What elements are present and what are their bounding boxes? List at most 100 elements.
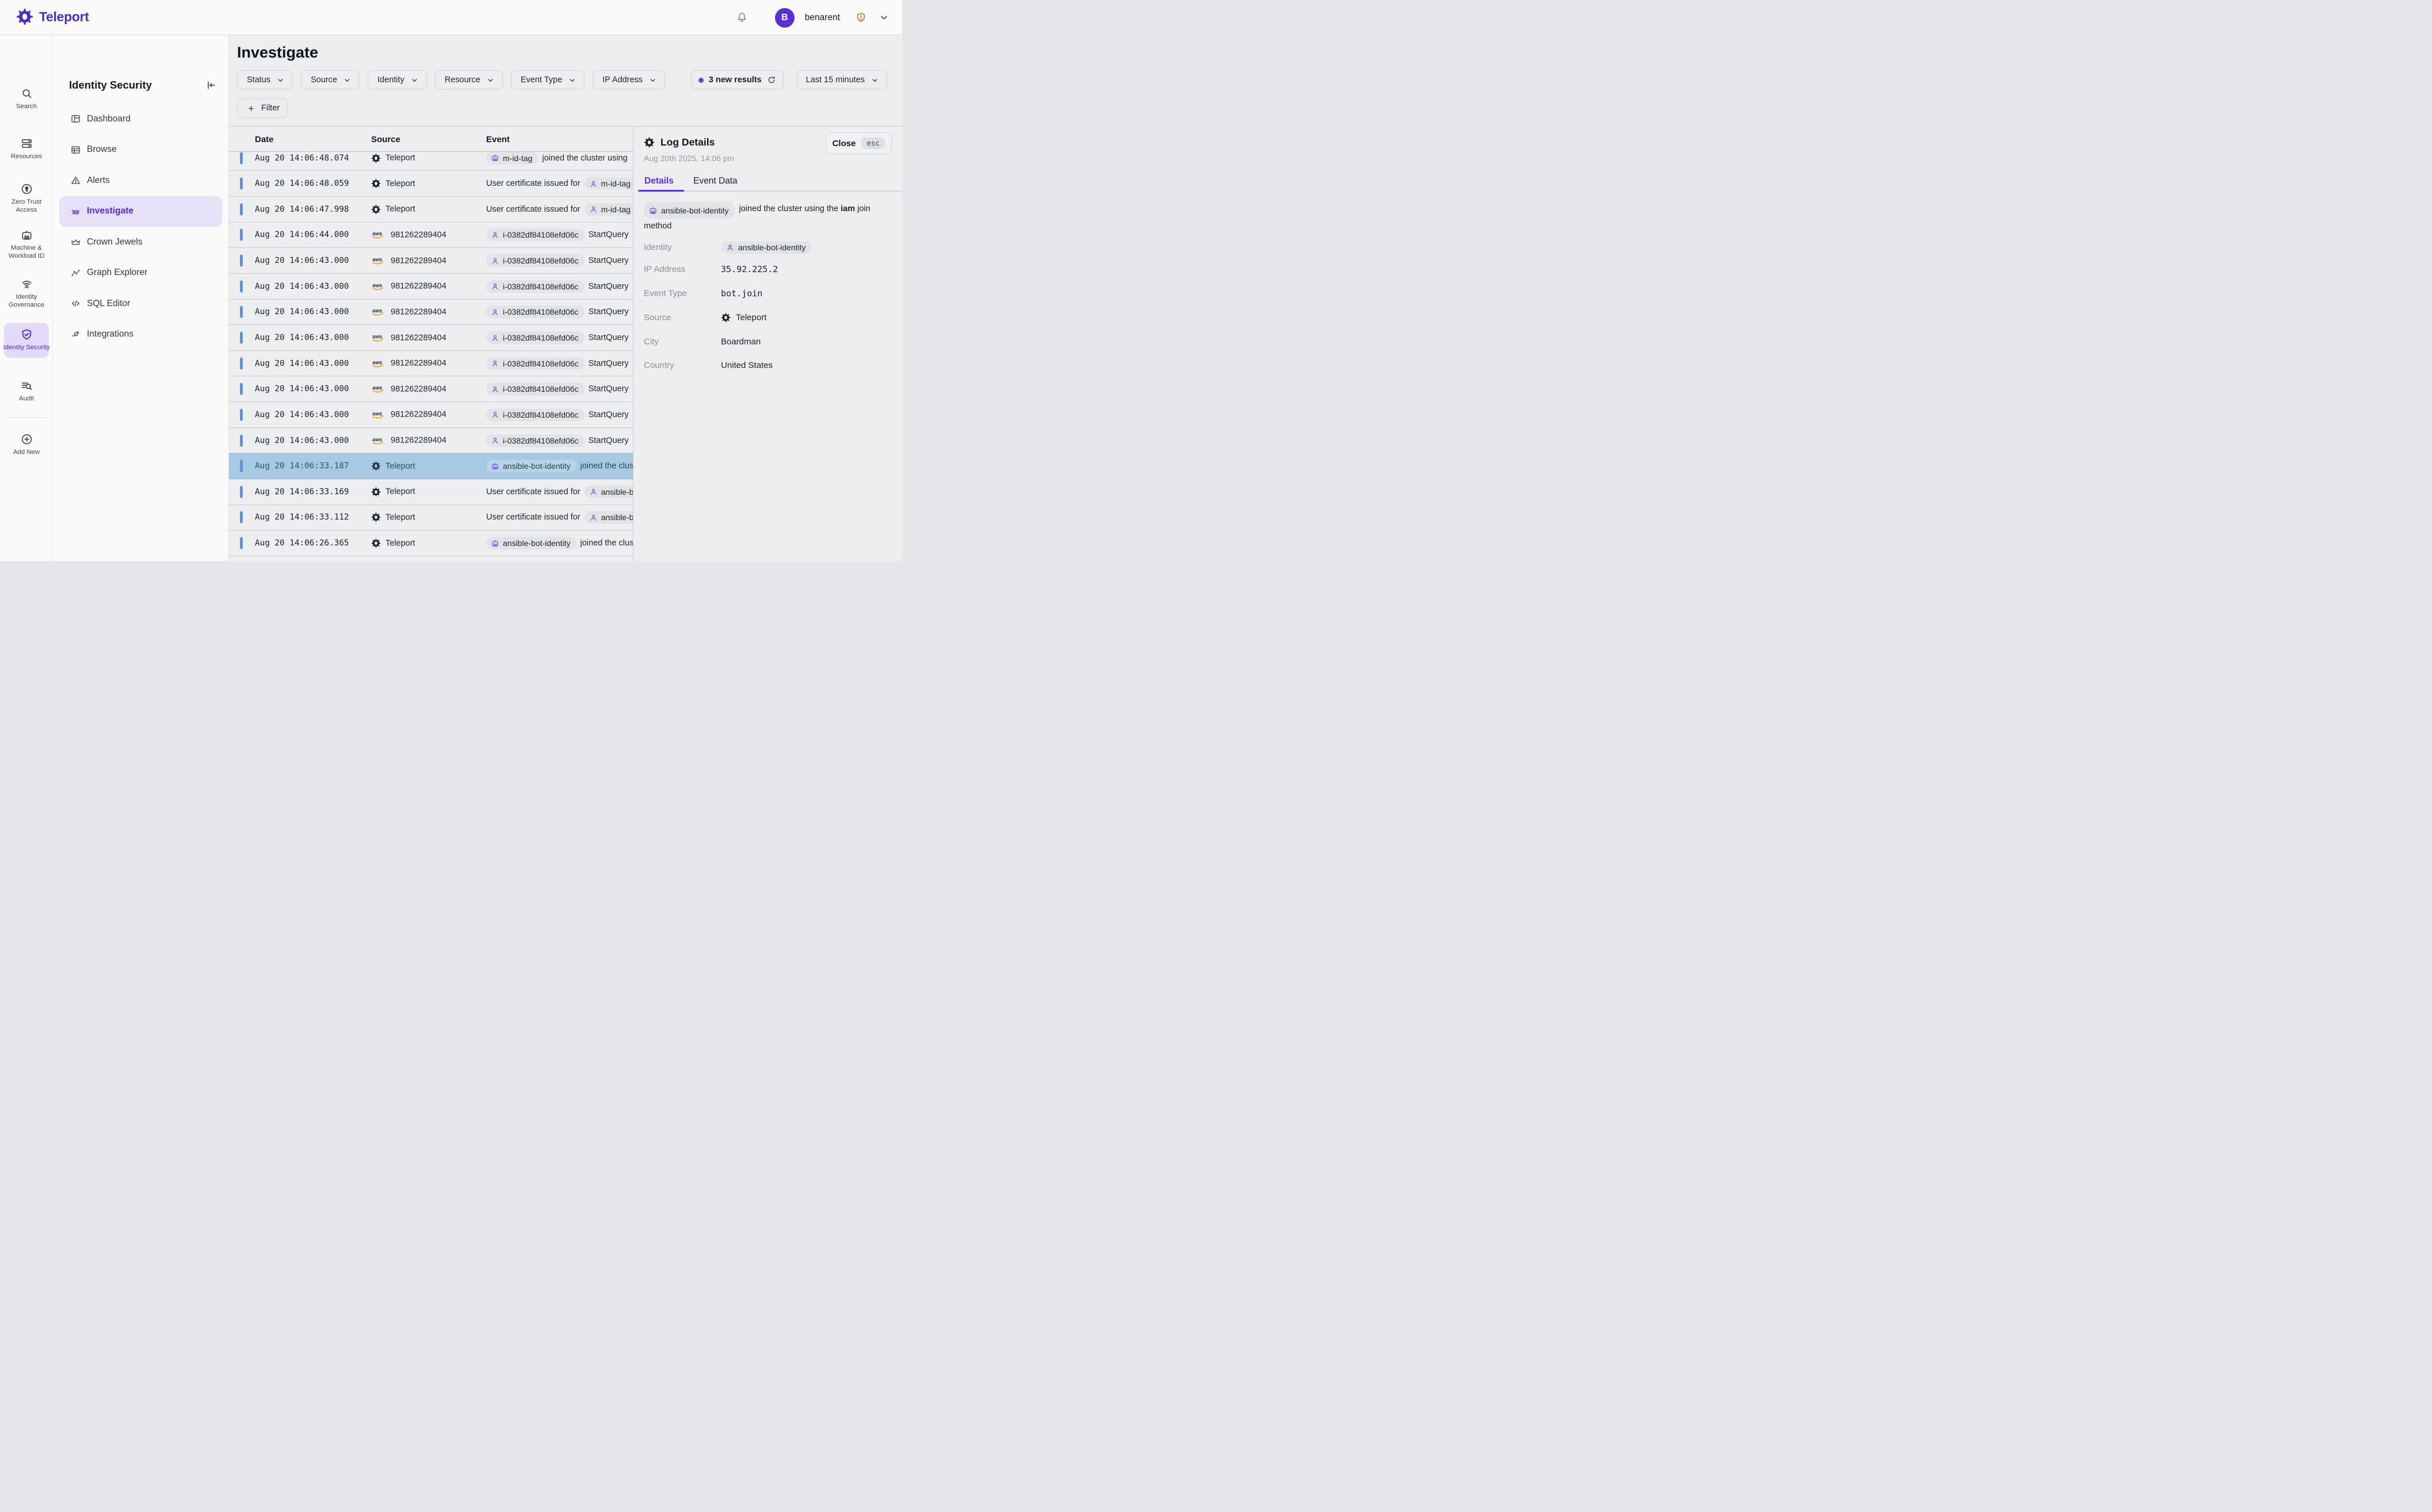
filter-chip-row: Status Source Identity Resource Event Ty… [237, 70, 665, 90]
person-icon [589, 205, 598, 213]
entity-badge[interactable]: m-id-tag [585, 203, 636, 216]
sidebar-item-integrations[interactable]: Integrations [59, 319, 222, 350]
entity-badge[interactable]: ansible-bot-identity [486, 537, 576, 549]
time-range-dropdown[interactable]: Last 15 minutes [796, 70, 887, 90]
rail-item-identity-governance[interactable]: Identity Governance [0, 277, 53, 309]
teleport-logo[interactable]: Teleport [16, 8, 89, 25]
row-source: aws981262289404 [371, 333, 446, 343]
active-tab-underline [638, 190, 684, 192]
person-icon [491, 257, 499, 265]
row-date: Aug 20 14:06:48.074 [255, 154, 349, 163]
filter-status[interactable]: Status [237, 70, 293, 90]
new-results-button[interactable]: 3 new results [691, 70, 784, 90]
entity-badge[interactable]: i-0382df84108efd06c [486, 331, 585, 344]
results-controls: 3 new results Last 15 minutes [691, 70, 887, 90]
rail-item-add-new[interactable]: Add New [0, 433, 53, 457]
row-source: aws981262289404 [371, 307, 446, 317]
rail-item-resources[interactable]: Resources [0, 137, 53, 161]
row-source: Teleport [371, 179, 415, 189]
rail-item-search[interactable]: Search [0, 87, 53, 111]
tabs-divider [684, 190, 902, 192]
person-icon [589, 513, 598, 522]
entity-badge[interactable]: i-0382df84108efd06c [486, 280, 585, 293]
rail-item-zero-trust-access[interactable]: Zero Trust Access [0, 182, 53, 214]
user-menu-chevron-down-icon[interactable] [879, 12, 889, 23]
person-icon [491, 385, 499, 394]
event-message: ansible-bot-identity joined the cluster … [644, 202, 896, 233]
row-accent-bar [240, 152, 243, 164]
rail-item-machine-workload-id[interactable]: Machine & Workload ID [0, 228, 53, 260]
status-shield-warning-icon[interactable] [855, 12, 867, 24]
row-date: Aug 20 14:06:43.000 [255, 282, 349, 291]
teleport-gear-icon [371, 461, 381, 471]
tab-details[interactable]: Details [644, 176, 674, 186]
filter-identity[interactable]: Identity [368, 70, 427, 90]
shield-check-icon [20, 328, 33, 341]
rail-item-audit[interactable]: Audit [0, 379, 53, 403]
sidebar-collapse-icon[interactable] [205, 79, 217, 91]
row-accent-bar [240, 460, 243, 472]
row-accent-bar [240, 178, 243, 190]
new-results-label: 3 new results [709, 75, 762, 85]
close-label: Close [833, 139, 856, 148]
entity-badge[interactable]: i-0382df84108efd06c [486, 383, 585, 395]
row-accent-bar [240, 537, 243, 549]
chevron-down-icon [410, 76, 419, 85]
plus-icon [247, 104, 255, 113]
entity-badge[interactable]: i-0382df84108efd06c [486, 306, 585, 318]
teleport-gear-icon [371, 204, 381, 214]
teleport-gear-icon [371, 179, 381, 189]
teleport-gear-icon [371, 539, 381, 548]
aws-icon: aws [371, 410, 386, 419]
row-date: Aug 20 14:06:33.187 [255, 461, 349, 471]
row-accent-bar [240, 203, 243, 215]
row-source: aws981262289404 [371, 358, 446, 368]
entity-badge[interactable]: i-0382df84108efd06c [486, 254, 585, 267]
person-icon [491, 308, 499, 316]
entity-badge[interactable]: i-0382df84108efd06c [486, 434, 585, 447]
chevron-down-icon [871, 76, 879, 85]
sidebar-item-crown-jewels[interactable]: Crown Jewels [59, 227, 222, 258]
filter-event-type[interactable]: Event Type [511, 70, 585, 90]
close-button[interactable]: Close esc [826, 132, 892, 154]
panel-title: Log Details [661, 136, 715, 148]
sidebar-item-investigate[interactable]: Investigate [59, 196, 222, 227]
row-source: Teleport [371, 513, 415, 522]
entity-badge[interactable]: i-0382df84108efd06c [486, 408, 585, 421]
filter-ip-address[interactable]: IP Address [593, 70, 665, 90]
sidebar-item-alerts[interactable]: Alerts [59, 165, 222, 196]
row-date: Aug 20 14:06:43.000 [255, 384, 349, 394]
topbar-right: B benarent [735, 0, 889, 35]
graph-icon [70, 268, 81, 278]
row-source: Teleport [371, 539, 415, 548]
person-icon [589, 487, 598, 496]
entity-badge[interactable]: i-0382df84108efd06c [486, 228, 585, 241]
entity-badge[interactable]: m-id-tag [486, 152, 538, 165]
tab-event-data[interactable]: Event Data [693, 176, 738, 186]
entity-badge[interactable]: ansible-bot-identity [721, 241, 812, 254]
page-title: Investigate [237, 44, 318, 62]
entity-badge[interactable]: m-id-tag [585, 177, 636, 190]
row-source: aws981262289404 [371, 384, 446, 394]
sidebar-item-sql-editor[interactable]: SQL Editor [59, 288, 222, 319]
avatar[interactable]: B [775, 8, 795, 28]
notifications-bell-icon[interactable] [735, 11, 749, 24]
row-date: Aug 20 14:06:26.365 [255, 539, 349, 548]
add-filter-button[interactable]: Filter [237, 98, 288, 118]
rail-item-identity-security[interactable]: Identity Security [4, 323, 49, 358]
chevron-down-icon [486, 76, 495, 85]
filter-source[interactable]: Source [301, 70, 360, 90]
sidebar-item-browse[interactable]: Browse [59, 135, 222, 166]
entity-badge[interactable]: i-0382df84108efd06c [486, 357, 585, 370]
row-source: Teleport [371, 153, 415, 163]
entity-badge[interactable]: ansible-bot-identity [644, 202, 735, 219]
svg-text:aws: aws [372, 385, 382, 391]
entity-badge[interactable]: ansible-bot-identity [486, 460, 576, 472]
sidebar-item-dashboard[interactable]: Dashboard [59, 104, 222, 135]
esc-kbd: esc [861, 138, 885, 149]
dashboard-icon [70, 113, 81, 124]
person-icon [726, 243, 735, 252]
add-filter-label: Filter [261, 104, 280, 113]
sidebar-item-graph-explorer[interactable]: Graph Explorer [59, 258, 222, 289]
filter-resource[interactable]: Resource [435, 70, 503, 90]
